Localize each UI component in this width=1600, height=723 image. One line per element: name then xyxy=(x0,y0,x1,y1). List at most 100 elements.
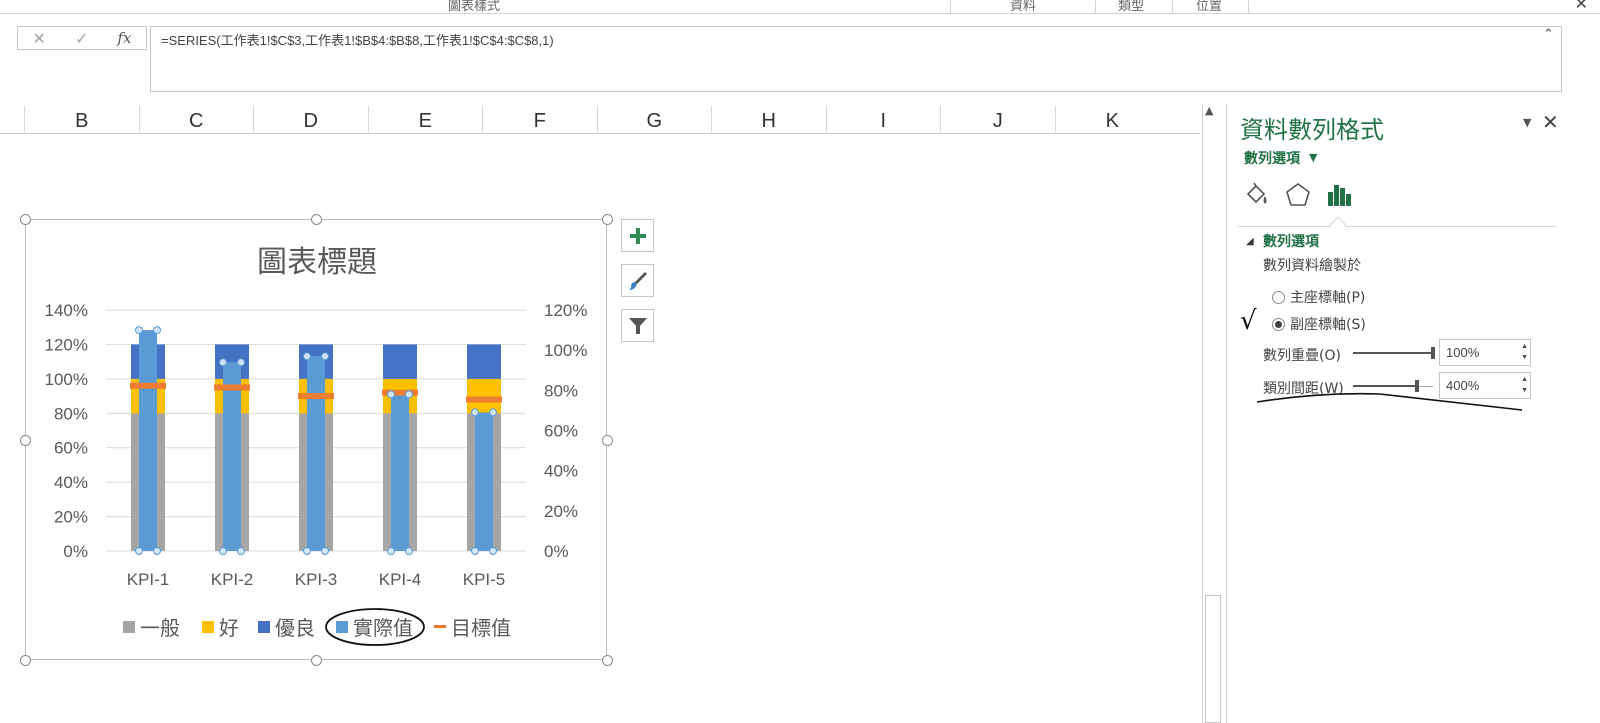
gap-width-label: 類別間距(W) xyxy=(1263,381,1344,397)
radio-primary-label: 主座標軸(P) xyxy=(1290,290,1366,306)
target-marker-KPI-1[interactable] xyxy=(130,382,166,389)
chart-resize-handle[interactable] xyxy=(602,214,613,225)
column-header-g[interactable]: G xyxy=(596,106,712,134)
scroll-up-icon[interactable]: ▲ xyxy=(1205,104,1213,117)
secondary-axis-tick: 40% xyxy=(544,462,578,481)
series-selection-handle[interactable] xyxy=(303,352,311,361)
series-selection-handle[interactable] xyxy=(321,352,329,361)
spinner-arrows-icon[interactable]: ▲ ▼ xyxy=(1521,341,1528,363)
series-selection-handle[interactable] xyxy=(135,326,143,335)
chart-resize-handle[interactable] xyxy=(20,434,31,446)
series-options-tab[interactable]: 數列選項 xyxy=(1244,148,1300,168)
series-selection-handle[interactable] xyxy=(387,390,395,399)
category-label: KPI-3 xyxy=(295,570,338,589)
chart-filters-button[interactable] xyxy=(621,309,654,342)
column-header-e[interactable]: E xyxy=(367,106,483,134)
insert-function-icon[interactable]: fx xyxy=(117,29,131,47)
series-selection-handle[interactable] xyxy=(405,547,413,555)
target-marker-KPI-2[interactable] xyxy=(214,384,250,391)
bar-actual-KPI-5[interactable] xyxy=(475,412,493,551)
effects-pentagon-icon[interactable] xyxy=(1283,180,1313,210)
series-options-icon[interactable] xyxy=(1324,180,1354,210)
series-selection-handle[interactable] xyxy=(387,547,395,555)
series-selection-handle[interactable] xyxy=(489,408,497,417)
legend-entry-好[interactable]: 好 xyxy=(219,616,239,640)
chart-resize-handle[interactable] xyxy=(311,214,322,225)
cancel-icon[interactable]: ✕ xyxy=(33,29,46,48)
bar-actual-KPI-3[interactable] xyxy=(307,356,325,551)
series-selection-handle[interactable] xyxy=(237,358,245,367)
legend-entry-目標值[interactable]: 目標值 xyxy=(451,616,511,640)
series-selection-handle[interactable] xyxy=(321,547,329,555)
scrollbar-thumb[interactable] xyxy=(1205,595,1221,723)
secondary-axis-tick: 80% xyxy=(544,381,578,400)
bar-優良-KPI-5[interactable] xyxy=(467,344,501,379)
ribbon-group-label: 資料 xyxy=(1010,0,1037,14)
column-header-i[interactable]: I xyxy=(825,106,941,134)
series-selection-handle[interactable] xyxy=(219,547,227,555)
column-header-b[interactable]: B xyxy=(24,106,139,134)
column-header-f[interactable]: F xyxy=(482,106,597,134)
ribbon-close-icon[interactable]: ✕ xyxy=(1575,0,1588,13)
chart-resize-handle[interactable] xyxy=(20,214,31,225)
chevron-down-icon[interactable]: ▼ xyxy=(1309,151,1317,164)
chart-resize-handle[interactable] xyxy=(602,434,613,446)
series-selection-handle[interactable] xyxy=(135,547,143,555)
series-selection-handle[interactable] xyxy=(471,547,479,555)
section-title[interactable]: 數列選項 xyxy=(1263,231,1319,251)
spinner-arrows-icon[interactable]: ▲ ▼ xyxy=(1521,374,1528,396)
chart-title[interactable]: 圖表標題 xyxy=(257,245,377,280)
pane-close-icon[interactable]: ✕ xyxy=(1542,110,1559,134)
enter-icon[interactable]: ✓ xyxy=(75,29,88,48)
ribbon-strip: 圖表樣式 資料 類型 位置 xyxy=(0,0,1600,14)
series-selection-handle[interactable] xyxy=(405,390,413,399)
plot-series-on-label: 數列資料繪製於 xyxy=(1263,258,1361,274)
series-selection-handle[interactable] xyxy=(471,408,479,417)
bar-好-KPI-5[interactable] xyxy=(467,378,501,414)
series-selection-handle[interactable] xyxy=(153,326,161,335)
bar-actual-KPI-1[interactable] xyxy=(139,330,157,551)
bar-優良-KPI-4[interactable] xyxy=(383,344,417,379)
series-selection-handle[interactable] xyxy=(153,547,161,555)
radio-button-selected[interactable] xyxy=(1272,317,1285,331)
chart-resize-handle[interactable] xyxy=(602,655,613,666)
series-selection-handle[interactable] xyxy=(219,358,227,367)
column-header-h[interactable]: H xyxy=(711,106,826,134)
fill-line-icon[interactable] xyxy=(1242,180,1272,210)
column-header-k[interactable]: K xyxy=(1054,106,1170,134)
series-overlap-input[interactable]: 100% ▲ ▼ xyxy=(1439,339,1531,366)
formula-input[interactable]: =SERIES(工作表1!$C$3,工作表1!$B$4:$B$8,工作表1!$C… xyxy=(150,26,1562,92)
series-selection-handle[interactable] xyxy=(489,547,497,555)
gap-width-input[interactable]: 400% ▲ ▼ xyxy=(1439,372,1531,399)
chart-elements-button[interactable] xyxy=(621,219,654,252)
chart-resize-handle[interactable] xyxy=(20,655,31,666)
tab-indicator xyxy=(1329,216,1347,234)
legend-marker-一般 xyxy=(123,621,135,633)
slider-thumb[interactable] xyxy=(1415,380,1419,392)
radio-button[interactable] xyxy=(1272,290,1285,304)
column-header-d[interactable]: D xyxy=(253,106,368,134)
formula-collapse-icon[interactable]: ⌃ xyxy=(1543,27,1554,42)
legend-entry-實際值[interactable]: 實際值 xyxy=(353,616,413,640)
chart-resize-handle[interactable] xyxy=(311,655,322,666)
chart-svg[interactable]: 圖表標題 0% 20% 40% 60% 80% 100% 120% 140% 0% 20% 40% 60… xyxy=(26,220,608,661)
sheet-divider xyxy=(1226,104,1227,723)
collapse-triangle-icon[interactable]: ◢ xyxy=(1246,236,1254,247)
slider-thumb[interactable] xyxy=(1431,347,1435,359)
legend-entry-優良[interactable]: 優良 xyxy=(275,616,315,640)
legend-entry-一般[interactable]: 一般 xyxy=(140,616,180,640)
pane-options-dropdown-icon[interactable]: ▼ xyxy=(1523,116,1531,129)
series-selection-handle[interactable] xyxy=(303,547,311,555)
category-label: KPI-1 xyxy=(127,570,170,589)
radio-primary-axis[interactable]: 主座標軸(P) xyxy=(1272,287,1365,307)
chart-area[interactable]: 圖表標題 0% 20% 40% 60% 80% 100% 120% 140% 0% 20% 40% 60… xyxy=(20,214,613,666)
radio-secondary-axis[interactable]: 副座標軸(S) xyxy=(1272,314,1366,334)
column-header-c[interactable]: C xyxy=(138,106,254,134)
target-marker-KPI-5[interactable] xyxy=(466,396,502,403)
target-marker-KPI-3[interactable] xyxy=(298,393,334,400)
series-selection-handle[interactable] xyxy=(237,547,245,555)
bar-actual-KPI-4[interactable] xyxy=(391,394,409,551)
column-header-j[interactable]: J xyxy=(940,106,1055,134)
chart-styles-button[interactable] xyxy=(621,264,654,297)
bar-actual-KPI-2[interactable] xyxy=(223,362,241,551)
